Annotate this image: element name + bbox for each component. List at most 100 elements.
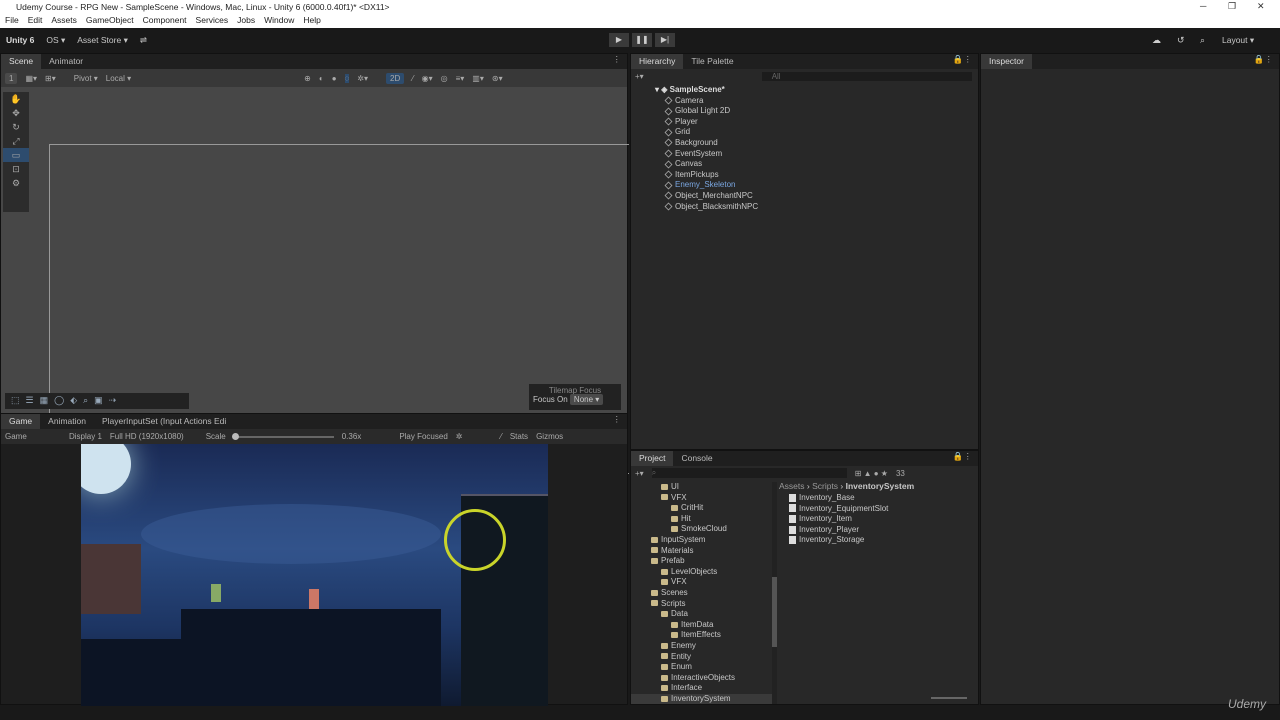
folder-item[interactable]: Enum [631, 662, 773, 673]
play-button[interactable]: ▶ [609, 33, 629, 47]
local-dropdown[interactable]: Local ▾ [106, 74, 131, 83]
2d-toggle[interactable]: 2D [386, 72, 405, 84]
tab-console[interactable]: Console [673, 451, 720, 466]
folder-item[interactable]: LevelObjects [631, 567, 773, 578]
more-icon[interactable]: 🔒⋮ [953, 451, 972, 462]
history-icon[interactable]: ↺ [1177, 35, 1185, 46]
more-icon[interactable]: ⋮ [613, 414, 622, 425]
hierarchy-item[interactable]: Canvas [664, 159, 978, 170]
folder-item[interactable]: Scripts [631, 599, 773, 610]
more-icon[interactable]: 🔒⋮ [953, 54, 972, 65]
hierarchy-search[interactable]: All [761, 71, 972, 81]
mute-icon[interactable]: ⁄ [500, 432, 501, 441]
hierarchy-item[interactable]: Global Light 2D [664, 106, 978, 117]
folder-item[interactable]: Scenes [631, 588, 773, 599]
folder-item[interactable]: Entity [631, 652, 773, 663]
project-search[interactable]: ⌕ [651, 468, 847, 478]
menu-component[interactable]: Component [143, 15, 187, 28]
move-tool-icon[interactable]: ✥ [3, 106, 29, 120]
script-file[interactable]: Inventory_Item [789, 514, 888, 525]
folder-item[interactable]: UI [631, 482, 773, 493]
sphere-icon[interactable]: ● [332, 74, 337, 83]
menu-edit[interactable]: Edit [28, 15, 43, 28]
tab-hierarchy[interactable]: Hierarchy [631, 54, 684, 69]
pick-icon[interactable]: ⬖ [70, 395, 77, 407]
search-icon[interactable]: ⌕ [1200, 35, 1205, 46]
menu-file[interactable]: File [5, 15, 19, 28]
view-tool-icon[interactable]: ✋ [3, 92, 29, 106]
tab-input-actions[interactable]: PlayerInputSet (Input Actions Edi [94, 414, 234, 429]
snap-icon[interactable]: ⊞▾ [45, 74, 56, 83]
tab-animator[interactable]: Animator [41, 54, 91, 69]
camera-icon[interactable]: ◎ [441, 74, 448, 83]
maximize-button[interactable]: ❐ [1228, 1, 1236, 12]
hierarchy-item[interactable]: ItemPickups [664, 170, 978, 181]
display-dropdown[interactable]: Display 1 [69, 432, 102, 441]
visibility-icon[interactable]: ◉▾ [422, 74, 433, 83]
custom-tool-icon[interactable]: ⚙ [3, 176, 29, 190]
hierarchy-item[interactable]: EventSystem [664, 149, 978, 160]
gizmos-dropdown[interactable]: Gizmos [536, 432, 563, 441]
menu-assets[interactable]: Assets [51, 15, 77, 28]
menu-window[interactable]: Window [264, 15, 294, 28]
layout-dropdown[interactable]: Layout ▾ [1222, 35, 1254, 46]
tab-animation[interactable]: Animation [40, 414, 94, 429]
resolution-dropdown[interactable]: Full HD (1920x1080) [110, 432, 184, 441]
menu-jobs[interactable]: Jobs [237, 15, 255, 28]
folder-item[interactable]: Materials [631, 546, 773, 557]
step-button[interactable]: ▶| [655, 33, 675, 47]
focus-on-dropdown[interactable]: None ▾ [569, 394, 604, 405]
breadcrumb-assets[interactable]: Assets [779, 481, 805, 491]
lighting-icon[interactable]: ◌ [344, 73, 350, 83]
script-file[interactable]: Inventory_Player [789, 525, 888, 536]
menu-gameobject[interactable]: GameObject [86, 15, 134, 28]
scale-slider[interactable] [231, 432, 334, 440]
game-view[interactable] [81, 444, 548, 706]
select-tile-icon[interactable]: ⬚ [11, 395, 20, 407]
folder-item[interactable]: Prefab [631, 556, 773, 567]
hierarchy-item[interactable]: Camera [664, 96, 978, 107]
folder-item[interactable]: Data [631, 609, 773, 620]
rotate-tool-icon[interactable]: ↻ [3, 120, 29, 134]
fill-icon[interactable]: ▣ [94, 395, 103, 407]
box-fill-icon[interactable]: ◯ [54, 395, 64, 407]
gizmos-icon[interactable]: ⊛▾ [492, 74, 503, 83]
add-button[interactable]: +▾ [635, 72, 644, 81]
script-file[interactable]: Inventory_EquipmentSlot [789, 504, 888, 515]
tab-tile-palette[interactable]: Tile Palette [683, 54, 741, 69]
shading-icon[interactable]: ◐ [319, 74, 324, 83]
folder-item[interactable]: ItemEffects [631, 630, 773, 641]
paint-icon[interactable]: ▦ [40, 395, 49, 407]
tab-inspector[interactable]: Inspector [981, 54, 1032, 69]
create-button[interactable]: +▾ [635, 469, 644, 478]
folder-item[interactable]: ItemData [631, 620, 773, 631]
play-focused-dropdown[interactable]: Play Focused [399, 432, 447, 441]
move-tile-icon[interactable]: ☰ [26, 395, 34, 407]
stats-button[interactable]: Stats [510, 432, 528, 441]
layers-icon[interactable]: ≡▾ [456, 74, 465, 83]
icon-size-slider[interactable] [931, 697, 967, 699]
pivot-dropdown[interactable]: Pivot ▾ [74, 74, 98, 83]
folder-item[interactable]: VFX [631, 493, 773, 504]
rect-tool-icon[interactable]: ▭ [3, 148, 29, 162]
scene-view[interactable]: ✋ ✥ ↻ ⤢ ▭ ⊡ ⚙ ⬚ ☰ ▦ ◯ ⬖ ⌕ ▣ ⇢ Tilemap Focus Foc… [1, 87, 629, 474]
orientation-icon[interactable]: ⊕ [304, 74, 311, 83]
close-button[interactable]: ✕ [1257, 1, 1265, 12]
asset-store-dropdown[interactable]: Asset Store ▾ [77, 35, 128, 46]
hierarchy-item[interactable]: Grid [664, 127, 978, 138]
version-control-icon[interactable]: ⇌ [140, 35, 147, 46]
menu-help[interactable]: Help [303, 15, 320, 28]
folder-item[interactable]: VFX [631, 577, 773, 588]
hierarchy-item[interactable]: Object_MerchantNPC [664, 191, 978, 202]
erase-icon[interactable]: ⌕ [83, 395, 88, 407]
filter-icons[interactable]: ⊞ ▲ ● ★ [855, 469, 888, 478]
effects-icon[interactable]: ✲▾ [357, 74, 368, 83]
transform-tool-icon[interactable]: ⊡ [3, 162, 29, 176]
menu-services[interactable]: Services [196, 15, 229, 28]
folder-item[interactable]: Interface [631, 683, 773, 694]
scale-tool-icon[interactable]: ⤢ [3, 134, 29, 148]
folder-item[interactable]: Enemy [631, 641, 773, 652]
flip-icon[interactable]: ⇢ [109, 395, 117, 407]
script-file[interactable]: Inventory_Storage [789, 535, 888, 546]
folder-item[interactable]: InputSystem [631, 535, 773, 546]
